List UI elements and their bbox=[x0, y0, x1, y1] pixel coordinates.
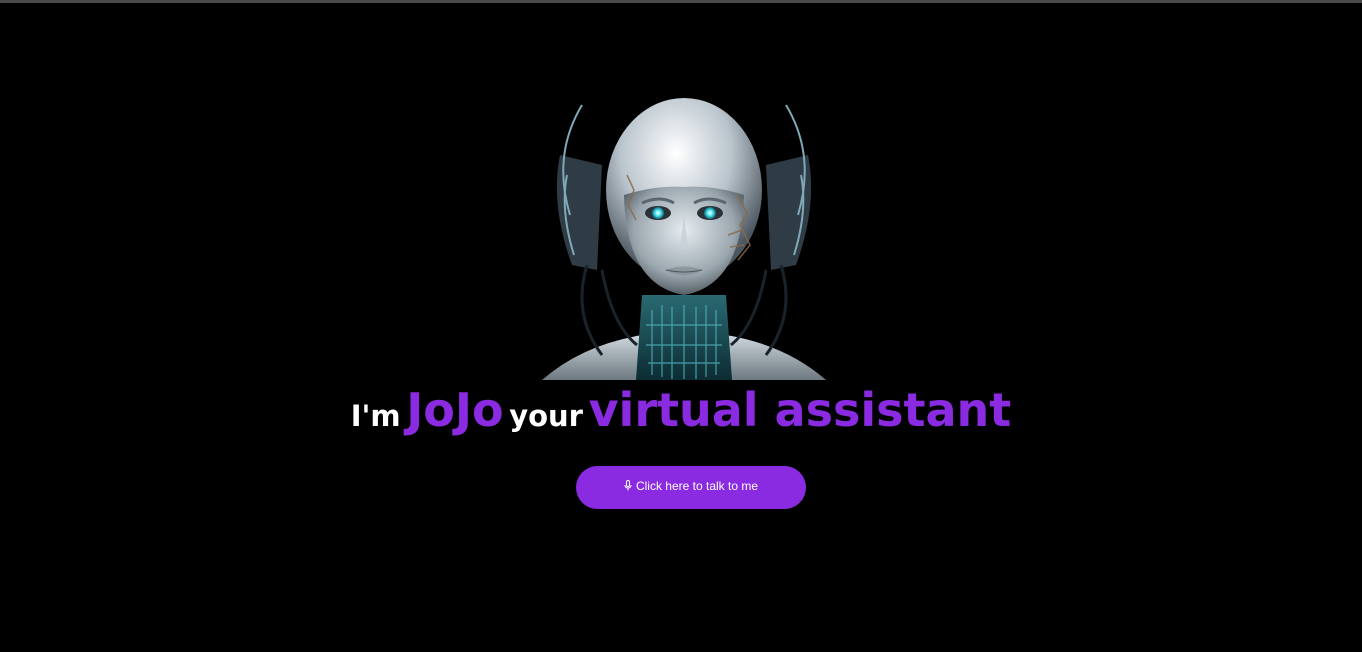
headline-im: I'm bbox=[350, 399, 401, 433]
assistant-headline: I'm JoJo your virtual assistant bbox=[0, 387, 1362, 433]
talk-to-me-button[interactable]: Click here to talk to me bbox=[576, 466, 806, 509]
headline-your: your bbox=[509, 399, 583, 433]
robot-assistant-portrait-icon bbox=[542, 95, 826, 380]
talk-button-label: Click here to talk to me bbox=[635, 478, 759, 493]
microphone-icon bbox=[624, 480, 632, 491]
assistant-page: I'm JoJo your virtual assistant bbox=[0, 3, 1362, 652]
headline-assistant-name: JoJo bbox=[406, 383, 504, 437]
headline-virtual-assistant: virtual assistant bbox=[588, 383, 1012, 437]
